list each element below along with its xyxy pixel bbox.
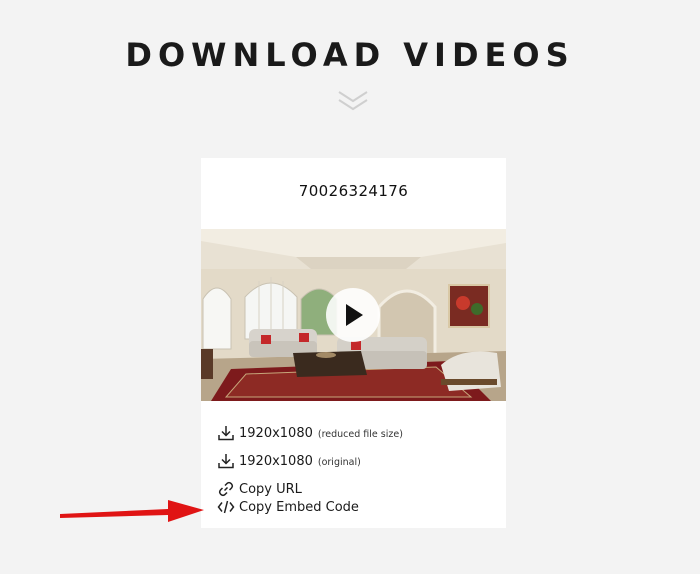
double-chevron-down-icon <box>338 91 368 111</box>
video-card: 70026324176 1920x1080 (reduced file size… <box>201 158 506 528</box>
code-icon <box>217 500 235 514</box>
play-icon <box>346 304 363 326</box>
download-resolution: 1920x1080 <box>239 425 313 441</box>
download-note: (original) <box>317 456 361 468</box>
video-id: 70026324176 <box>298 182 409 200</box>
link-icon <box>218 481 234 497</box>
copy-url-link[interactable]: Copy URL <box>217 480 302 498</box>
copy-embed-code-link[interactable]: Copy Embed Code <box>217 498 359 516</box>
download-original-link[interactable]: 1920x1080 (original) <box>217 452 361 470</box>
copy-url-label: Copy URL <box>239 481 302 497</box>
download-note: (reduced file size) <box>317 428 403 440</box>
annotation-arrow-icon <box>60 500 204 522</box>
page-title: DOWNLOAD VIDEOS <box>125 36 575 74</box>
video-thumbnail[interactable] <box>201 229 506 401</box>
copy-embed-code-label: Copy Embed Code <box>239 499 359 515</box>
download-resolution: 1920x1080 <box>239 453 313 469</box>
download-icon <box>218 426 234 441</box>
play-button[interactable] <box>326 288 380 342</box>
download-icon <box>218 454 234 469</box>
download-reduced-link[interactable]: 1920x1080 (reduced file size) <box>217 424 403 442</box>
